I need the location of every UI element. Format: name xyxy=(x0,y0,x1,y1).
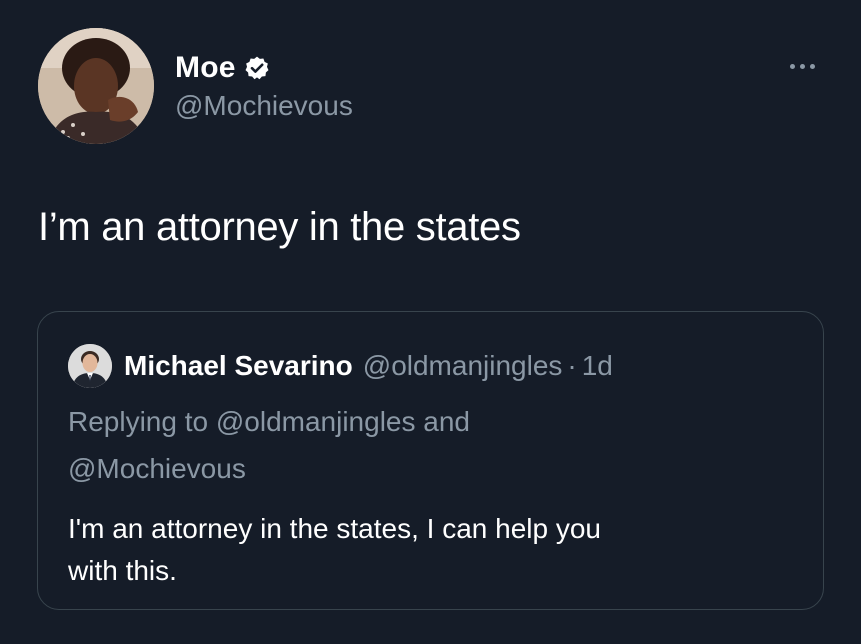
replying-to-text: Replying to @oldmanjingles and @Mochievo… xyxy=(68,398,768,492)
quoted-tweet-text: I'm an attorney in the states, I can hel… xyxy=(68,508,788,592)
quoted-author-handle[interactable]: @oldmanjingles xyxy=(363,350,563,381)
quoted-text-line: I'm an attorney in the states, I can hel… xyxy=(68,513,601,544)
author-display-name[interactable]: Moe xyxy=(175,51,236,85)
quoted-author-name[interactable]: Michael Sevarino xyxy=(124,350,353,381)
author-name-row: Moe xyxy=(175,48,270,88)
more-dot-icon xyxy=(799,63,805,69)
author-handle[interactable]: @Mochievous xyxy=(175,90,353,122)
avatar-photo-icon xyxy=(38,28,154,144)
quoted-author-avatar[interactable] xyxy=(68,344,112,388)
quoted-tweet-time[interactable]: 1d xyxy=(582,350,613,381)
verified-badge-icon xyxy=(244,55,270,81)
replying-to-line: @Mochievous xyxy=(68,453,246,484)
quoted-tweet-header: Michael Sevarino @oldmanjingles · 1d xyxy=(124,346,613,386)
more-dot-icon xyxy=(789,63,795,69)
more-options-button[interactable] xyxy=(782,54,822,78)
quoted-text-line: with this. xyxy=(68,555,177,586)
tweet-card: Moe @Mochievous I’m an attorney in the s… xyxy=(0,0,861,644)
header-separator: · xyxy=(567,350,577,381)
tweet-text: I’m an attorney in the states xyxy=(38,205,521,249)
replying-to-line: Replying to @oldmanjingles and xyxy=(68,406,470,437)
more-dot-icon xyxy=(809,63,815,69)
quoted-tweet[interactable]: Michael Sevarino @oldmanjingles · 1d Replyi… xyxy=(37,311,824,610)
avatar-photo-icon xyxy=(68,344,112,388)
author-avatar[interactable] xyxy=(38,28,154,144)
